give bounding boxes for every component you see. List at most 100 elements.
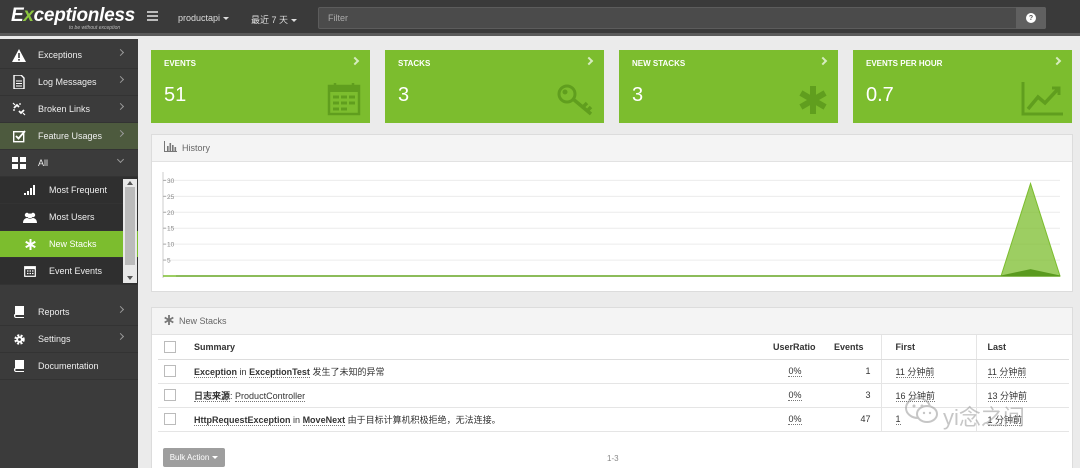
chevron-right-icon — [350, 56, 360, 66]
broken-link-icon — [12, 102, 26, 116]
last-seen[interactable]: 11 分钟前 — [987, 366, 1027, 378]
sidebar-item-label: Documentation — [38, 361, 99, 371]
project-dropdown[interactable]: productapi — [178, 13, 230, 23]
user-ratio[interactable]: 0% — [788, 390, 802, 401]
sidebar-item-label: Event Events — [49, 266, 103, 276]
sidebar-item-exceptions[interactable]: Exceptions — [0, 42, 138, 69]
watermark: yi念之间 — [905, 396, 1055, 436]
column-first[interactable]: First — [880, 335, 976, 360]
time-range-dropdown[interactable]: 最近 7 天 — [251, 13, 298, 26]
bar-chart-icon — [164, 141, 177, 155]
sidebar: Exceptions Log Messages Broken Links Fea… — [0, 39, 138, 468]
events-per-hour-tile[interactable]: EVENTS PER HOUR 0.7 — [853, 50, 1072, 123]
sidebar-scrollbar[interactable] — [123, 179, 137, 283]
stack-method-link[interactable]: ExceptionTest — [249, 366, 310, 378]
chevron-right-icon — [584, 56, 594, 66]
y-tick-label: 30 — [167, 178, 175, 185]
chevron-right-icon — [116, 102, 125, 111]
table-header-row: Summary UserRatio Events First Last — [158, 335, 1069, 360]
sidebar-item-new-stacks[interactable]: New Stacks — [0, 231, 138, 258]
sidebar-item-most-users[interactable]: Most Users — [0, 204, 138, 231]
y-tick-label: 25 — [167, 194, 175, 201]
history-chart[interactable]: 5 10 15 20 25 30 — [162, 172, 1062, 278]
tile-label: EVENTS — [164, 59, 197, 68]
sidebar-item-log-messages[interactable]: Log Messages — [0, 69, 138, 96]
stack-method-link[interactable]: ProductController — [235, 390, 306, 402]
row-summary[interactable]: HttpRequestException in MoveNext 由于目标计算机… — [194, 407, 773, 432]
user-ratio[interactable]: 0% — [788, 366, 802, 377]
chevron-right-icon — [116, 48, 125, 57]
book-icon — [12, 305, 26, 319]
asterisk-icon — [799, 86, 827, 114]
row-checkbox[interactable] — [164, 365, 176, 377]
sidebar-item-feature-usages[interactable]: Feature Usages — [0, 123, 138, 150]
tile-value: 0.7 — [866, 84, 894, 106]
users-icon — [23, 210, 37, 224]
sidebar-item-label: Most Frequent — [49, 185, 108, 195]
grid-icon — [12, 156, 26, 170]
sidebar-item-event-events[interactable]: Event Events — [0, 258, 138, 285]
sidebar-item-label: Exceptions — [38, 50, 83, 60]
stack-message: 发生了未知的异常 — [312, 366, 385, 377]
event-count: 3 — [817, 383, 881, 408]
scrollbar-thumb[interactable] — [125, 187, 135, 265]
sidebar-item-documentation[interactable]: Documentation — [0, 353, 138, 380]
top-bar: Exceptionless to be without exception pr… — [0, 0, 1080, 36]
stacks-tile[interactable]: STACKS 3 — [385, 50, 604, 123]
column-events[interactable]: Events — [817, 335, 881, 360]
sidebar-item-label: Broken Links — [38, 104, 91, 114]
filter-input[interactable]: Filter — [318, 7, 1046, 29]
column-summary[interactable]: Summary — [194, 335, 773, 360]
new-stacks-panel: New Stacks Summary UserRatio Events Firs… — [151, 307, 1073, 468]
sidebar-item-broken-links[interactable]: Broken Links — [0, 96, 138, 123]
scroll-down-icon[interactable] — [127, 276, 133, 280]
summary-connector: in — [293, 414, 301, 425]
row-summary[interactable]: Exception in ExceptionTest 发生了未知的异常 — [194, 359, 773, 384]
signal-icon — [23, 183, 37, 197]
panel-title: History — [182, 143, 211, 153]
app-logo[interactable]: Exceptionless to be without exception — [11, 6, 139, 32]
events-tile[interactable]: EVENTS 51 — [151, 50, 370, 123]
chevron-right-icon — [116, 129, 125, 138]
stack-type-link[interactable]: HttpRequestException — [194, 414, 291, 426]
gear-icon — [12, 332, 26, 346]
sidebar-item-most-frequent[interactable]: Most Frequent — [0, 177, 138, 204]
asterisk-icon — [164, 314, 174, 328]
bulk-action-button[interactable]: Bulk Action — [163, 448, 225, 467]
sidebar-item-settings[interactable]: Settings — [0, 326, 138, 353]
table-row[interactable]: Exception in ExceptionTest 发生了未知的异常 0% 1… — [158, 359, 1069, 384]
new-stacks-tile[interactable]: NEW STACKS 3 — [619, 50, 838, 123]
row-summary[interactable]: 日志来源: ProductController — [194, 383, 773, 408]
calendar-icon — [23, 264, 37, 278]
column-user-ratio[interactable]: UserRatio — [773, 335, 817, 360]
book-icon — [12, 359, 26, 373]
row-checkbox[interactable] — [164, 389, 176, 401]
stack-type-link[interactable]: Exception — [194, 366, 238, 378]
sidebar-item-label: All — [38, 158, 49, 168]
select-all-checkbox[interactable] — [164, 340, 176, 353]
sidebar-item-label: Feature Usages — [38, 131, 103, 141]
chevron-down-icon — [212, 456, 219, 459]
chevron-down-icon — [116, 155, 125, 164]
tile-value: 51 — [164, 84, 187, 106]
line-chart-icon — [1021, 82, 1063, 116]
panel-header: New Stacks — [152, 308, 1072, 335]
filter-help-button[interactable]: ? — [1016, 7, 1046, 29]
stack-method-link[interactable]: MoveNext — [302, 414, 346, 426]
column-last[interactable]: Last — [975, 335, 1069, 360]
sidebar-item-reports[interactable]: Reports — [0, 299, 138, 326]
first-seen[interactable]: 11 分钟前 — [895, 366, 935, 378]
stack-type-link[interactable]: 日志来源 — [194, 390, 231, 402]
checkbox-icon — [12, 129, 26, 143]
row-checkbox[interactable] — [164, 413, 176, 425]
event-count: 47 — [817, 407, 881, 432]
watermark-text: yi念之间 — [943, 405, 1025, 430]
first-seen[interactable]: 1 — [895, 414, 901, 425]
user-ratio[interactable]: 0% — [788, 414, 802, 425]
asterisk-icon — [23, 237, 37, 251]
wechat-icon — [905, 397, 938, 423]
menu-toggle-icon[interactable] — [147, 11, 158, 21]
chevron-down-icon — [223, 17, 230, 21]
sidebar-item-all[interactable]: All — [0, 150, 138, 177]
scroll-up-icon[interactable] — [127, 181, 133, 185]
